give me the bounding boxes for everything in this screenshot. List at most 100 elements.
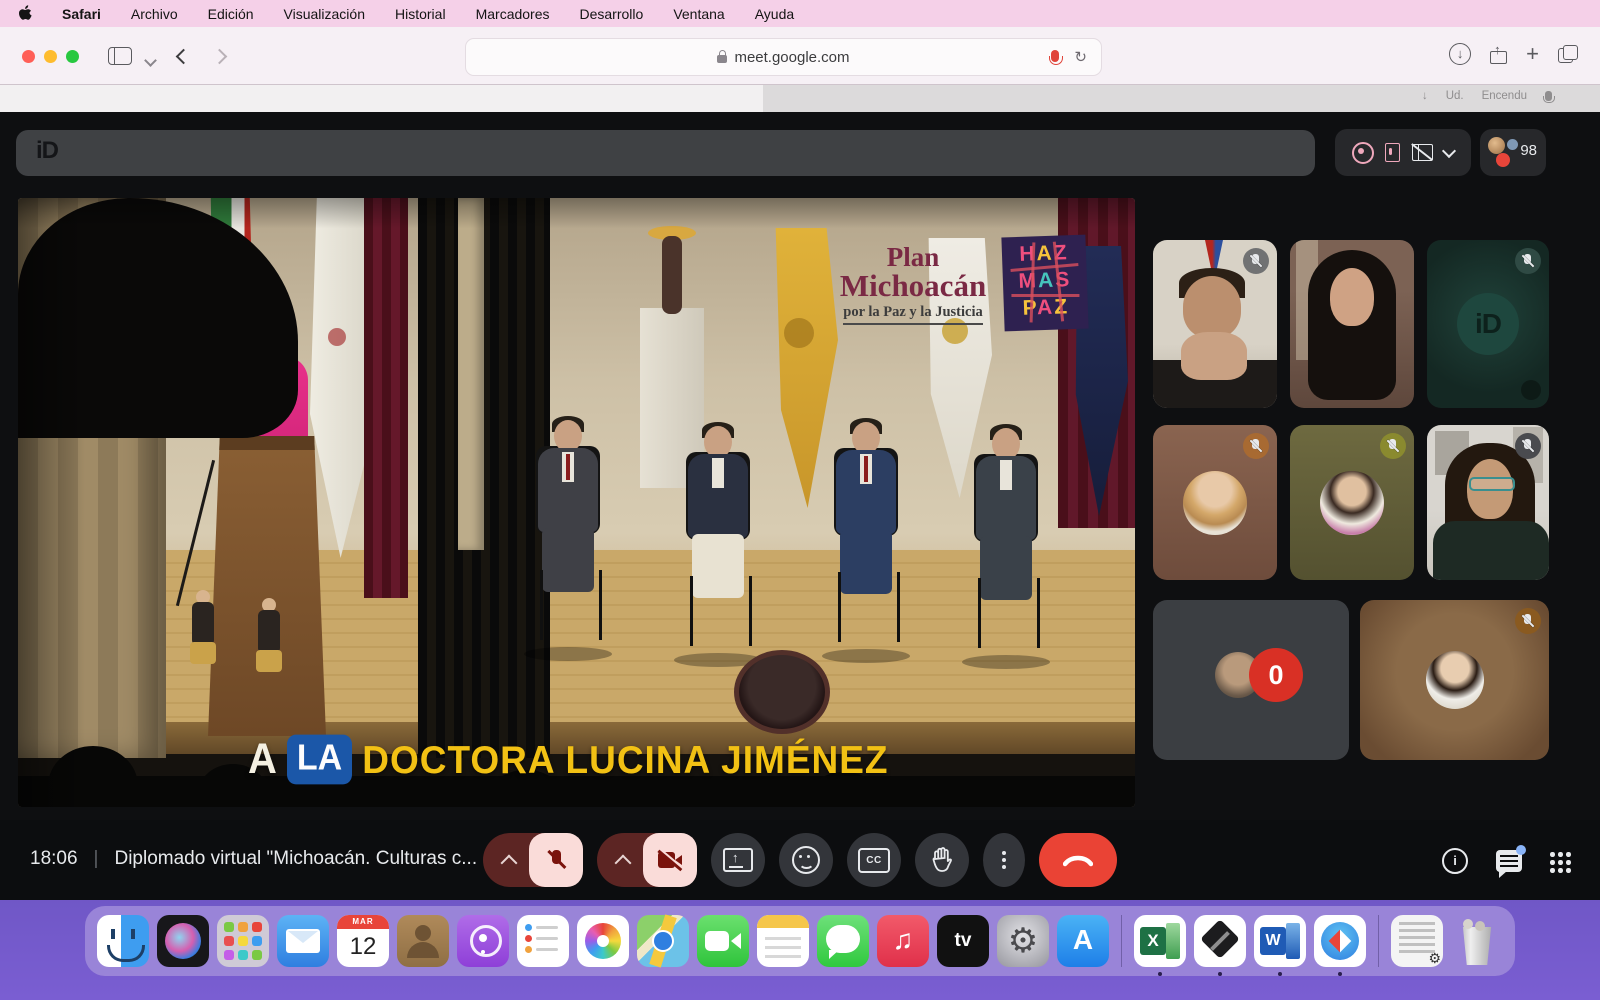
participants-pill[interactable]: 98 <box>1480 129 1546 176</box>
meet-watermark-logo: iD <box>36 137 58 165</box>
menu-edicion[interactable]: Edición <box>208 6 254 22</box>
dock-safari[interactable] <box>1314 915 1366 967</box>
window-minimize-button[interactable] <box>44 50 57 63</box>
dock-maps[interactable] <box>637 915 689 967</box>
avatar <box>1320 471 1384 535</box>
reload-icon[interactable]: ↻ <box>1074 48 1087 66</box>
dock-excel[interactable]: X <box>1134 915 1186 967</box>
dock-app-store[interactable]: A <box>1057 915 1109 967</box>
meeting-details-button[interactable]: i <box>1442 848 1468 874</box>
menu-historial[interactable]: Historial <box>395 6 446 22</box>
participant-tile-3[interactable]: iD <box>1427 240 1549 408</box>
sidebar-chevron-icon[interactable] <box>146 52 155 70</box>
end-call-button[interactable] <box>1039 833 1117 887</box>
caption-word-a: A <box>248 736 277 784</box>
camera-off-icon <box>658 852 682 868</box>
plan-michoacan-text: Plan Michoacán por la Paz y la Justicia <box>808 244 1018 325</box>
dock-facetime[interactable] <box>697 915 749 967</box>
menu-marcadores[interactable]: Marcadores <box>476 6 550 22</box>
meet-top-bar: iD <box>16 130 1315 176</box>
hand-icon <box>931 847 953 873</box>
dock-launchpad[interactable] <box>217 915 269 967</box>
new-tab-icon[interactable]: + <box>1526 44 1539 64</box>
participant-tile-8[interactable] <box>1360 600 1549 760</box>
activities-button[interactable] <box>1550 850 1572 872</box>
transcript-icon[interactable] <box>1385 143 1400 162</box>
downloads-icon[interactable]: ↓ <box>1449 43 1471 65</box>
chat-button[interactable] <box>1496 850 1522 872</box>
dock-contacts[interactable] <box>397 915 449 967</box>
present-button[interactable] <box>711 833 765 887</box>
mic-off-icon <box>1515 608 1541 634</box>
menu-archivo[interactable]: Archivo <box>131 6 178 22</box>
captions-button[interactable]: CC <box>847 833 901 887</box>
participant-tile-6[interactable] <box>1427 425 1549 580</box>
menu-ayuda[interactable]: Ayuda <box>755 6 794 22</box>
camera-options-chevron[interactable] <box>615 855 632 872</box>
emoji-icon <box>792 846 820 874</box>
address-bar[interactable]: meet.google.com ↻ <box>465 38 1102 76</box>
dock-photos[interactable] <box>577 915 629 967</box>
tab-mic-indicator-icon[interactable] <box>1051 49 1059 66</box>
dock-music[interactable]: ♫ <box>877 915 929 967</box>
mic-options-chevron[interactable] <box>501 855 518 872</box>
mic-off-icon <box>1380 433 1406 459</box>
participant-tile-4[interactable] <box>1153 425 1277 580</box>
layout-off-icon[interactable] <box>1412 144 1433 161</box>
window-close-button[interactable] <box>22 50 35 63</box>
dock-apple-tv[interactable]: tv <box>937 915 989 967</box>
google-meet-app: iD 98 UNIVERSIDAD MICHOACANA DE SAN NICO… <box>0 112 1600 900</box>
main-video-feed[interactable]: UNIVERSIDAD MICHOACANA DE SAN NICOLÁS DE… <box>18 198 1135 807</box>
forward-button[interactable] <box>214 49 225 67</box>
mic-button-group <box>483 833 583 887</box>
menu-visualizacion[interactable]: Visualización <box>284 6 365 22</box>
participant-tile-1[interactable] <box>1153 240 1277 408</box>
dock-messages[interactable] <box>817 915 869 967</box>
dock-system-settings[interactable]: ⚙ <box>997 915 1049 967</box>
dock-document[interactable] <box>1391 915 1443 967</box>
dock-calendar[interactable]: MAR 12 <box>337 915 389 967</box>
share-icon[interactable] <box>1490 45 1507 64</box>
meeting-time: 18:06 <box>30 848 78 870</box>
back-button[interactable] <box>178 49 189 67</box>
menu-desarrollo[interactable]: Desarrollo <box>580 6 644 22</box>
mic-off-icon <box>1243 433 1269 459</box>
footer-separator: | <box>94 848 99 870</box>
dock-finder[interactable] <box>97 915 149 967</box>
recording-icon[interactable] <box>1352 142 1374 164</box>
more-options-button[interactable] <box>983 833 1025 887</box>
window-zoom-button[interactable] <box>66 50 79 63</box>
participant-logo-avatar: iD <box>1457 293 1519 355</box>
present-icon <box>723 848 753 872</box>
meeting-title: Diplomado virtual "Michoacán. Culturas c… <box>114 848 477 870</box>
dock-trash[interactable] <box>1451 915 1503 967</box>
apple-menu-icon[interactable] <box>18 5 32 22</box>
tab-overview-icon[interactable] <box>1558 45 1578 63</box>
dock-divider <box>1121 915 1122 967</box>
reactions-button[interactable] <box>779 833 833 887</box>
participant-tile-2[interactable] <box>1290 240 1414 408</box>
dock-word[interactable]: W <box>1254 915 1306 967</box>
camera-off-button[interactable] <box>643 833 697 887</box>
mic-mute-button[interactable] <box>529 833 583 887</box>
dock-podcasts[interactable] <box>457 915 509 967</box>
chevron-down-icon[interactable] <box>1442 143 1456 157</box>
raise-hand-button[interactable] <box>915 833 969 887</box>
end-call-icon <box>1063 853 1093 867</box>
seated-panelist-1 <box>520 420 616 655</box>
meet-control-bar: 18:06 | Diplomado virtual "Michoacán. Cu… <box>0 820 1600 900</box>
dock-siri[interactable] <box>157 915 209 967</box>
dock-reminders[interactable] <box>517 915 569 967</box>
participant-tile-7[interactable]: 0 <box>1153 600 1349 760</box>
dock-cube-app[interactable] <box>1194 915 1246 967</box>
zero-badge: 0 <box>1249 648 1303 702</box>
seated-panelist-4 <box>958 428 1054 663</box>
wall-column <box>458 198 484 550</box>
menu-ventana[interactable]: Ventana <box>673 6 724 22</box>
dock-notes[interactable] <box>757 915 809 967</box>
dock-mail[interactable] <box>277 915 329 967</box>
menu-safari[interactable]: Safari <box>62 6 101 22</box>
participant-tile-5[interactable] <box>1290 425 1414 580</box>
camera-button-group <box>597 833 697 887</box>
sidebar-toggle-icon[interactable] <box>108 47 132 65</box>
